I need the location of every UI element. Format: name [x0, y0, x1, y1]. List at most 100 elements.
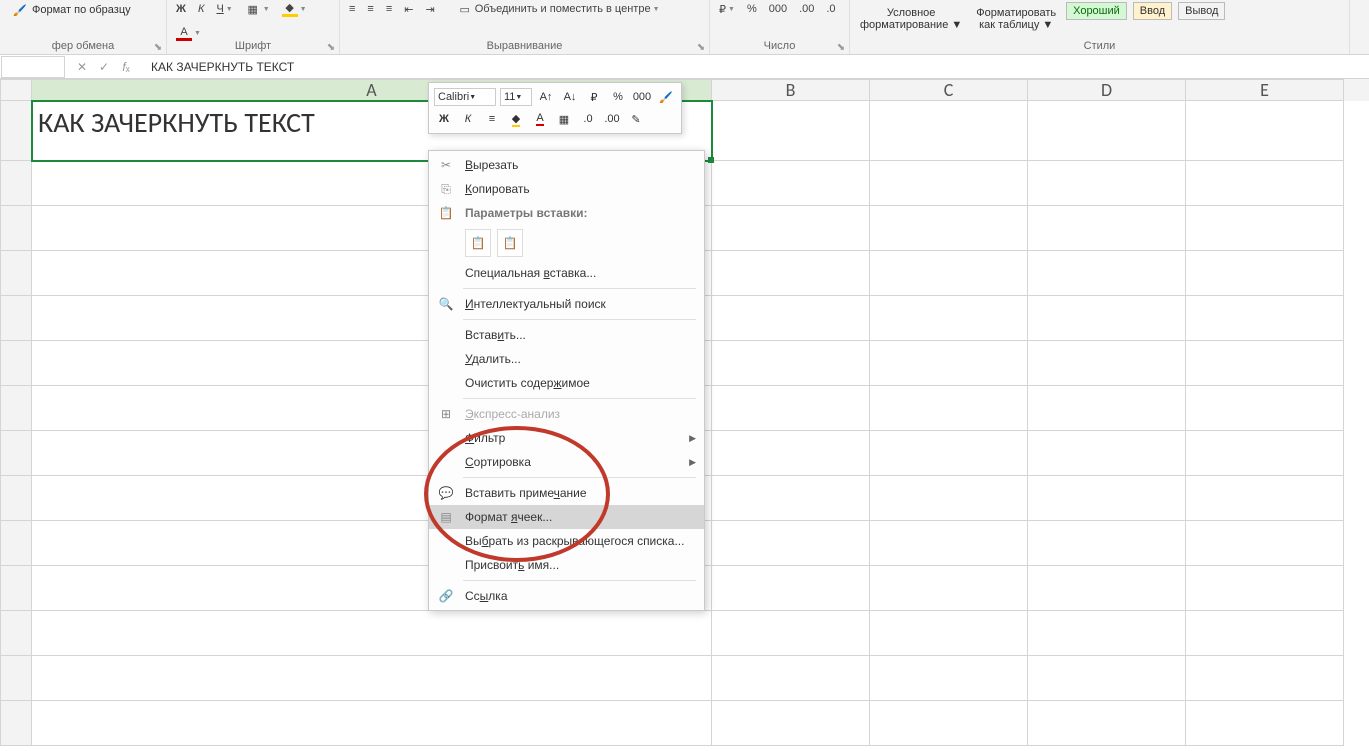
row-header[interactable] — [0, 341, 32, 386]
cell[interactable] — [712, 566, 870, 611]
cell[interactable] — [1028, 386, 1186, 431]
format-as-table-button[interactable]: Форматировать как таблицу ▼ — [972, 0, 1060, 38]
cell[interactable] — [1186, 386, 1344, 431]
mini-increase-decimal-button[interactable]: .00 — [602, 109, 622, 129]
ctx-sort[interactable]: Сортировка▶ — [429, 450, 704, 474]
cell[interactable] — [712, 296, 870, 341]
cell-b1[interactable] — [712, 101, 870, 161]
row-header[interactable] — [0, 521, 32, 566]
row-header[interactable] — [0, 566, 32, 611]
mini-increase-font-button[interactable]: A↑ — [536, 87, 556, 107]
cell[interactable] — [32, 611, 712, 656]
cell[interactable] — [712, 701, 870, 746]
cell[interactable] — [32, 656, 712, 701]
style-output-chip[interactable]: Вывод — [1178, 2, 1225, 20]
mini-decrease-decimal-button[interactable]: .0 — [578, 109, 598, 129]
cell[interactable] — [1028, 521, 1186, 566]
ctx-cut[interactable]: ✂ ВВырезатьырезать — [429, 153, 704, 177]
increase-decimal-button[interactable]: .00 — [796, 0, 817, 18]
cell[interactable] — [870, 206, 1028, 251]
row-header-1[interactable] — [0, 101, 32, 161]
underline-button[interactable]: Ч▼ — [213, 0, 235, 18]
mini-borders-button[interactable]: ▦ — [554, 109, 574, 129]
row-header[interactable] — [0, 611, 32, 656]
cell[interactable] — [870, 161, 1028, 206]
cell[interactable] — [1186, 161, 1344, 206]
row-header[interactable] — [0, 296, 32, 341]
name-box[interactable] — [1, 56, 65, 78]
cell[interactable] — [1186, 296, 1344, 341]
cell[interactable] — [1028, 656, 1186, 701]
mini-decrease-font-button[interactable]: A↓ — [560, 87, 580, 107]
cell[interactable] — [1028, 701, 1186, 746]
cell[interactable] — [712, 206, 870, 251]
ctx-insert-comment[interactable]: 💬 Вставить примечание — [429, 481, 704, 505]
formula-enter-button[interactable]: ✓ — [97, 60, 111, 74]
cell-e1[interactable] — [1186, 101, 1344, 161]
conditional-formatting-button[interactable]: Условное форматирование ▼ — [856, 0, 966, 38]
row-header[interactable] — [0, 161, 32, 206]
currency-button[interactable]: ₽▼ — [716, 0, 738, 18]
ctx-define-name[interactable]: Присвоить имя... — [429, 553, 704, 577]
row-header[interactable] — [0, 251, 32, 296]
ctx-format-cells[interactable]: ▤ Формат ячеек... — [429, 505, 704, 529]
merge-center-button[interactable]: ▭ Объединить и поместить в центре ▼ — [454, 0, 663, 18]
cell[interactable] — [1186, 476, 1344, 521]
cell[interactable] — [712, 386, 870, 431]
cell[interactable] — [1186, 656, 1344, 701]
formula-cancel-button[interactable]: ✕ — [75, 60, 89, 74]
cell[interactable] — [1028, 341, 1186, 386]
mini-clear-button[interactable]: ✎ — [626, 109, 646, 129]
cell[interactable] — [870, 341, 1028, 386]
cell[interactable] — [870, 701, 1028, 746]
cell[interactable] — [870, 611, 1028, 656]
row-header[interactable] — [0, 701, 32, 746]
mini-font-select[interactable]: Calibri ▼ — [434, 88, 496, 106]
format-painter-button[interactable]: 🖌️ Формат по образцу — [6, 0, 137, 20]
alignment-launcher[interactable]: ⬊ — [695, 42, 707, 54]
thousands-button[interactable]: 000 — [766, 0, 790, 18]
cell[interactable] — [1028, 476, 1186, 521]
mini-bold-button[interactable]: Ж — [434, 109, 454, 129]
ctx-link[interactable]: 🔗 Ссылка — [429, 584, 704, 608]
decrease-indent-button[interactable]: ⇤ — [401, 0, 416, 18]
align-right-button[interactable]: ≡ — [383, 0, 395, 18]
cell[interactable] — [712, 476, 870, 521]
mini-italic-button[interactable]: К — [458, 109, 478, 129]
row-header[interactable] — [0, 656, 32, 701]
cell[interactable] — [1186, 566, 1344, 611]
ctx-paste-special[interactable]: Специальная вставка... — [429, 261, 704, 285]
cell[interactable] — [1186, 431, 1344, 476]
paste-values-button[interactable]: 📋 — [497, 229, 523, 257]
row-header[interactable] — [0, 386, 32, 431]
cell[interactable] — [870, 521, 1028, 566]
cell[interactable] — [870, 251, 1028, 296]
mini-format-painter-button[interactable]: 🖌️ — [656, 87, 676, 107]
percent-button[interactable]: % — [744, 0, 760, 18]
bold-button[interactable]: Ж — [173, 0, 189, 18]
cell[interactable] — [870, 566, 1028, 611]
cell[interactable] — [1028, 206, 1186, 251]
mini-percent-button[interactable]: % — [608, 87, 628, 107]
insert-function-button[interactable]: fₓ — [119, 60, 133, 74]
row-header[interactable] — [0, 476, 32, 521]
row-header[interactable] — [0, 431, 32, 476]
col-header-d[interactable]: D — [1028, 79, 1186, 101]
cell[interactable] — [870, 656, 1028, 701]
mini-currency-button[interactable]: ₽ — [584, 87, 604, 107]
cell[interactable] — [712, 341, 870, 386]
cell[interactable] — [870, 476, 1028, 521]
cell[interactable] — [1186, 611, 1344, 656]
paste-default-button[interactable]: 📋 — [465, 229, 491, 257]
cell[interactable] — [32, 701, 712, 746]
cell[interactable] — [1186, 701, 1344, 746]
cell[interactable] — [1028, 296, 1186, 341]
ctx-clear-contents[interactable]: Очистить содержимое — [429, 371, 704, 395]
cell[interactable] — [1028, 161, 1186, 206]
cell[interactable] — [1186, 251, 1344, 296]
mini-size-select[interactable]: 11 ▼ — [500, 88, 532, 106]
cell-d1[interactable] — [1028, 101, 1186, 161]
cell[interactable] — [712, 161, 870, 206]
row-header[interactable] — [0, 206, 32, 251]
cell[interactable] — [1186, 341, 1344, 386]
